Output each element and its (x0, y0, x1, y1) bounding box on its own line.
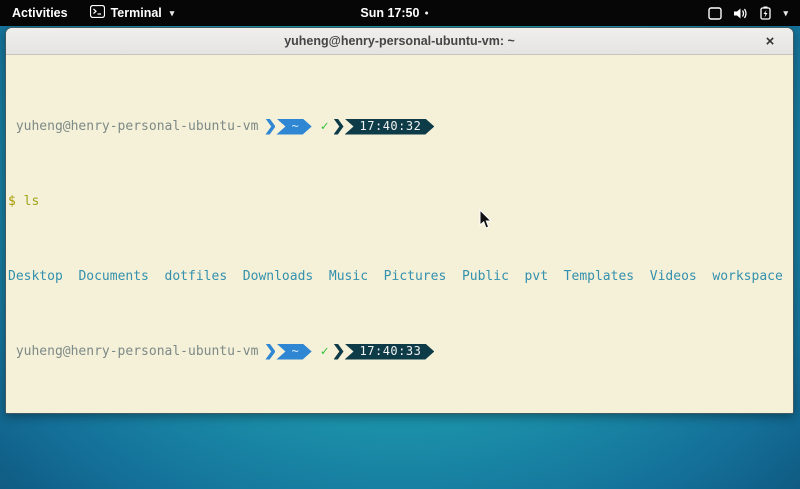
prompt-cwd-segment: ~ (276, 119, 311, 135)
directory-name: Templates (564, 269, 634, 284)
battery-charging-icon (759, 6, 772, 20)
ls-output: Desktop Documents dotfiles Downloads Music Pi… (8, 269, 791, 284)
directory-name: workspace (712, 269, 782, 284)
chevron-down-icon: ▾ (170, 8, 175, 19)
terminal-window: yuheng@henry-personal-ubuntu-vm: ~ × yuh… (5, 27, 794, 414)
powerline-chevron-icon (265, 344, 275, 360)
powerline-chevron-icon (334, 344, 344, 360)
powerline-chevron-icon (265, 119, 275, 135)
clock-button[interactable]: Sun 17:50 ● (360, 0, 428, 26)
system-status-area[interactable]: ▾ (708, 0, 800, 26)
powerline-chevron-icon (334, 119, 344, 135)
prompt-line-1: yuheng@henry-personal-ubuntu-vm ~ ✓ 17:4… (8, 119, 791, 134)
terminal-content[interactable]: yuheng@henry-personal-ubuntu-vm ~ ✓ 17:4… (6, 55, 793, 414)
directory-name: Public (462, 269, 509, 284)
prompt-symbol: $ (8, 194, 16, 209)
activities-button[interactable]: Activities (0, 0, 80, 26)
prompt-line-2: yuheng@henry-personal-ubuntu-vm ~ ✓ 17:4… (8, 344, 791, 359)
close-button[interactable]: × (761, 32, 779, 50)
prompt-user-host: yuheng@henry-personal-ubuntu-vm (16, 119, 259, 134)
directory-name: Videos (650, 269, 697, 284)
prompt-time-segment: 17:40:32 (345, 119, 435, 135)
checkmark-icon: ✓ (321, 344, 329, 359)
window-titlebar[interactable]: yuheng@henry-personal-ubuntu-vm: ~ × (6, 28, 793, 55)
typed-command: ls (24, 194, 40, 209)
notification-dot: ● (424, 10, 428, 17)
directory-name: Documents (78, 269, 148, 284)
directory-name: dotfiles (165, 269, 228, 284)
checkmark-icon: ✓ (321, 119, 329, 134)
app-menu-label: Terminal (111, 6, 162, 20)
directory-name: Music (329, 269, 368, 284)
chevron-down-icon: ▾ (783, 8, 788, 19)
directory-name: pvt (525, 269, 548, 284)
top-bar: Activities Terminal ▾ Sun 17:50 ● (0, 0, 800, 26)
directory-name: Pictures (384, 269, 447, 284)
window-title: yuheng@henry-personal-ubuntu-vm: ~ (284, 34, 515, 48)
directory-name: Downloads (243, 269, 313, 284)
screen-icon (708, 7, 722, 20)
clock-label: Sun 17:50 (360, 6, 419, 20)
terminal-icon (90, 5, 105, 21)
command-line: $ ls (8, 194, 791, 209)
prompt-time-segment: 17:40:33 (345, 344, 435, 360)
volume-icon (733, 7, 748, 20)
directory-name: Desktop (8, 269, 63, 284)
prompt-cwd-segment: ~ (276, 344, 311, 360)
prompt-user-host: yuheng@henry-personal-ubuntu-vm (16, 344, 259, 359)
app-menu-terminal[interactable]: Terminal ▾ (80, 0, 185, 26)
